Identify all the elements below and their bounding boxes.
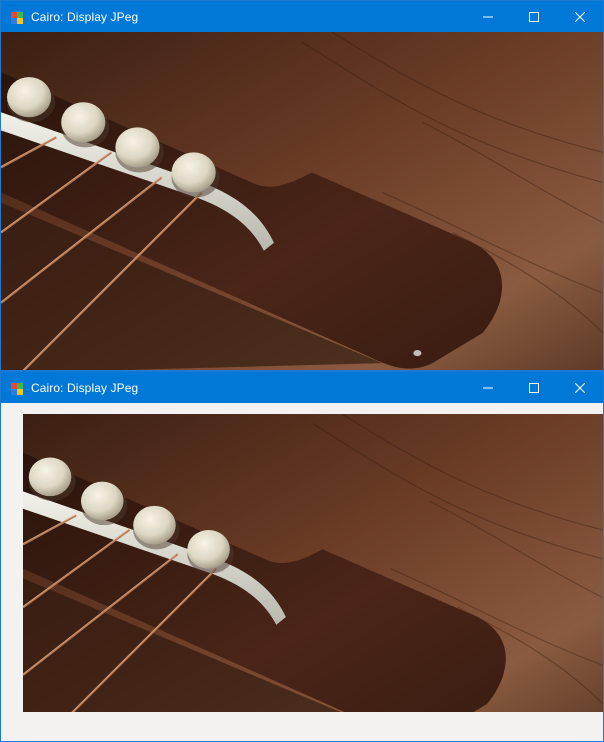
minimize-icon xyxy=(483,16,493,17)
maximize-icon xyxy=(529,382,539,393)
close-icon xyxy=(575,11,585,22)
window-1: Cairo: Display JPeg xyxy=(0,0,604,371)
title-bar[interactable]: Cairo: Display JPeg xyxy=(1,372,603,403)
maximize-button[interactable] xyxy=(511,1,557,32)
app-icon[interactable] xyxy=(11,11,23,24)
jpeg-canvas xyxy=(21,412,603,741)
guitar-photo xyxy=(21,412,603,741)
title-bar[interactable]: Cairo: Display JPeg xyxy=(1,1,603,32)
guitar-photo xyxy=(1,30,603,370)
close-button[interactable] xyxy=(557,1,603,32)
minimize-button[interactable] xyxy=(465,1,511,32)
minimize-icon xyxy=(483,387,493,388)
minimize-button[interactable] xyxy=(465,372,511,403)
window-title: Cairo: Display JPeg xyxy=(31,9,139,24)
jpeg-canvas xyxy=(1,30,603,370)
maximize-icon xyxy=(529,11,539,22)
close-button[interactable] xyxy=(557,372,603,403)
app-icon[interactable] xyxy=(11,382,23,395)
window-title: Cairo: Display JPeg xyxy=(31,380,139,395)
maximize-button[interactable] xyxy=(511,372,557,403)
window-2: Cairo: Display JPeg xyxy=(0,371,604,742)
close-icon xyxy=(575,382,585,393)
